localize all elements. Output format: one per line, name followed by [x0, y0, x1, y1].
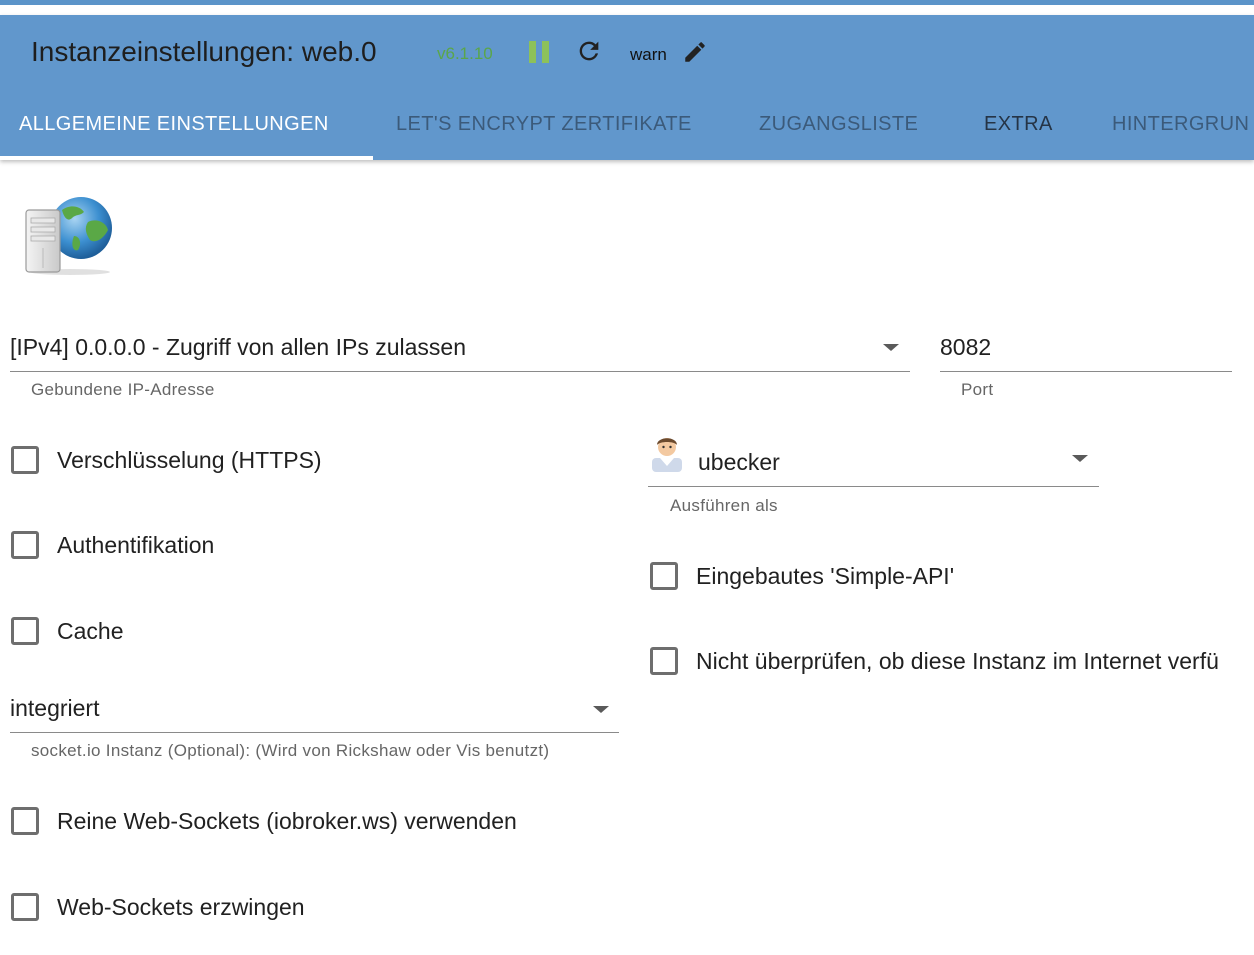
socketio-dropdown-icon — [593, 706, 609, 713]
cache-checkbox[interactable] — [11, 617, 39, 645]
port-helper: Port — [961, 380, 994, 399]
no-check-checkbox-row[interactable]: Nicht überprüfen, ob diese Instanz im In… — [650, 647, 1254, 687]
socketio-value: integriert — [10, 695, 100, 721]
tab-general-settings[interactable]: ALLGEMEINE EINSTELLUNGEN — [19, 105, 329, 160]
tab-access-list[interactable]: ZUGANGSLISTE — [759, 105, 918, 160]
auth-checkbox[interactable] — [11, 531, 39, 559]
edit-icon[interactable] — [682, 39, 708, 65]
bind-ip-value: [IPv4] 0.0.0.0 - Zugriff von allen IPs z… — [10, 334, 466, 360]
page-title: Instanzeinstellungen: web.0 — [31, 36, 377, 67]
auth-label: Authentifikation — [57, 532, 215, 558]
https-label: Verschlüsselung (HTTPS) — [57, 447, 322, 473]
active-tab-indicator — [0, 156, 373, 160]
no-check-checkbox[interactable] — [650, 647, 678, 675]
simple-api-checkbox[interactable] — [650, 562, 678, 590]
run-as-helper: Ausführen als — [670, 496, 778, 515]
refresh-icon[interactable] — [575, 37, 603, 65]
simple-api-label: Eingebautes 'Simple-API' — [696, 563, 955, 589]
pure-ws-label: Reine Web-Sockets (iobroker.ws) verwende… — [57, 808, 517, 834]
bind-ip-dropdown-icon — [883, 344, 899, 351]
tab-bar: ALLGEMEINE EINSTELLUNGEN LET'S ENCRYPT Z… — [0, 105, 1254, 160]
https-checkbox[interactable] — [11, 446, 39, 474]
bind-ip-select[interactable]: [IPv4] 0.0.0.0 - Zugriff von allen IPs z… — [10, 328, 910, 372]
run-as-select[interactable]: ubecker — [648, 438, 1099, 487]
instance-settings-header: Instanzeinstellungen: web.0 v6.1.10 warn… — [0, 15, 1254, 160]
port-input[interactable]: 8082 — [940, 328, 1232, 372]
cache-label: Cache — [57, 618, 124, 644]
version-label: v6.1.10 — [437, 44, 493, 63]
pause-icon[interactable] — [528, 41, 550, 63]
web-adapter-logo-icon — [25, 197, 112, 275]
socketio-select[interactable]: integriert — [10, 689, 619, 733]
pure-ws-checkbox[interactable] — [11, 807, 39, 835]
run-as-value: ubecker — [698, 449, 780, 475]
port-value: 8082 — [940, 334, 992, 360]
tab-extra[interactable]: EXTRA — [984, 105, 1053, 160]
top-gap — [0, 5, 1254, 15]
tab-lets-encrypt[interactable]: LET'S ENCRYPT ZERTIFIKATE — [396, 105, 692, 160]
log-level: warn — [630, 45, 667, 64]
run-as-dropdown-icon — [1072, 455, 1088, 462]
socketio-helper: socket.io Instanz (Optional): (Wird von … — [31, 741, 550, 760]
tab-background[interactable]: HINTERGRUN — [1112, 105, 1249, 160]
no-check-label: Nicht überprüfen, ob diese Instanz im In… — [696, 648, 1219, 674]
bind-ip-helper: Gebundene IP-Adresse — [31, 380, 215, 399]
force-ws-label: Web-Sockets erzwingen — [57, 894, 305, 920]
force-ws-checkbox[interactable] — [11, 893, 39, 921]
